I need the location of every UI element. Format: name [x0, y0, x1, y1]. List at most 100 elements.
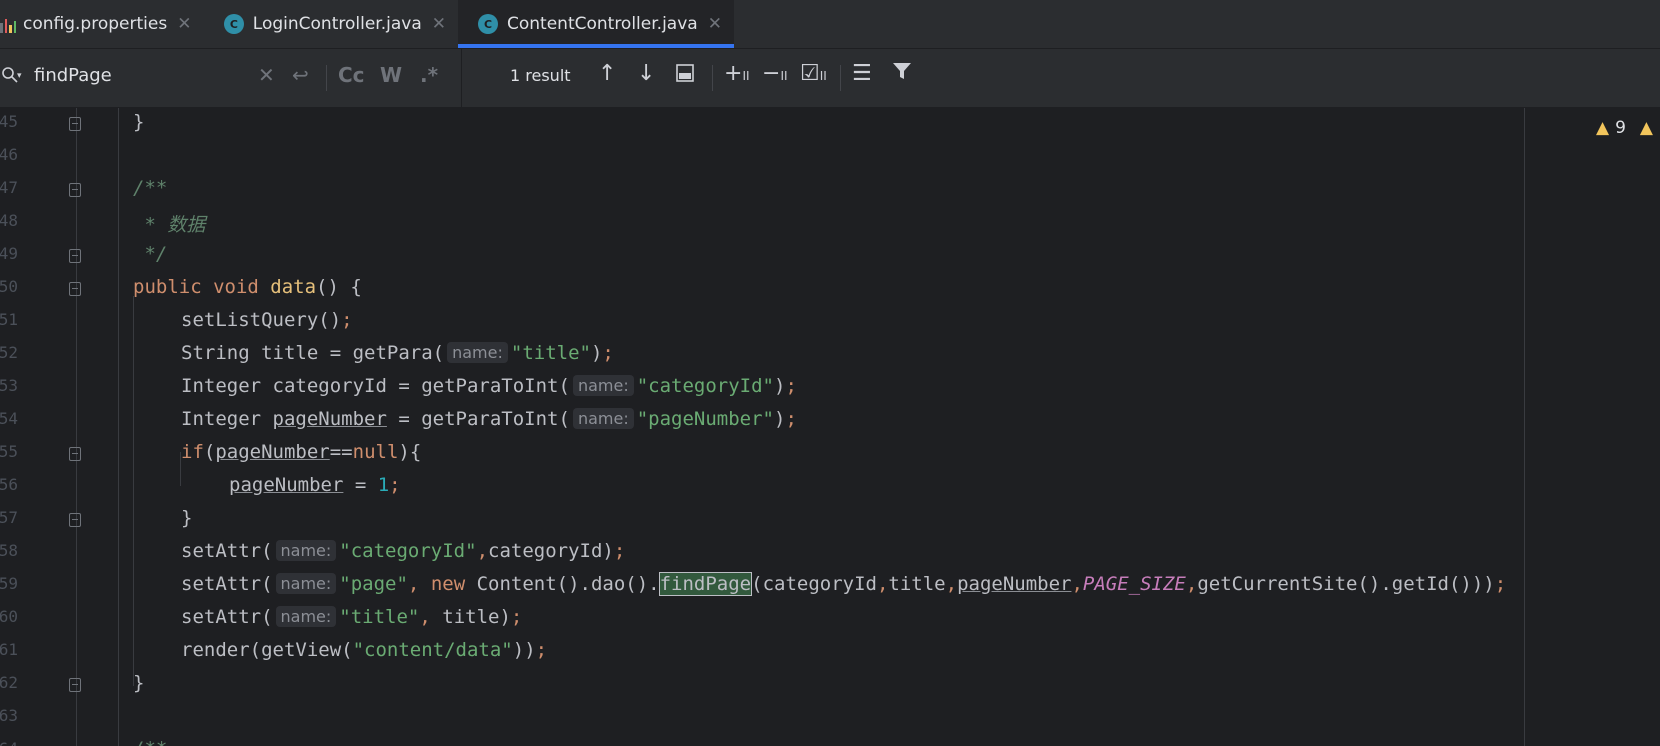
line-number: 63: [0, 706, 18, 725]
line-number: 47: [0, 178, 18, 197]
line-number: 48: [0, 211, 18, 230]
select-all-occurrences-icon[interactable]: ☑II: [800, 61, 827, 86]
parameter-hint: name:: [275, 540, 337, 561]
code-line[interactable]: 60 setAttr(name: "title", title);: [0, 603, 1660, 636]
fold-icon[interactable]: [69, 447, 81, 461]
fold-icon[interactable]: [69, 249, 81, 263]
tab-config-properties[interactable]: config.properties ✕: [0, 0, 210, 48]
line-number: 46: [0, 145, 18, 164]
words-toggle[interactable]: W: [380, 63, 402, 87]
add-occurrence-icon[interactable]: +II: [724, 61, 750, 86]
code-text: /**: [133, 177, 168, 199]
code-line[interactable]: 56 pageNumber = 1;: [0, 471, 1660, 504]
line-number: 51: [0, 310, 18, 329]
search-input[interactable]: findPage: [34, 65, 112, 86]
remove-occurrence-icon[interactable]: −II: [762, 61, 788, 86]
line-number: 53: [0, 376, 18, 395]
open-in-window-icon[interactable]: [676, 63, 694, 88]
code-line[interactable]: 59 setAttr(name: "page", new Content().da…: [0, 570, 1660, 603]
code-text: pageNumber = 1;: [229, 474, 401, 496]
close-icon[interactable]: ✕: [708, 14, 722, 34]
parameter-hint: name:: [572, 408, 634, 429]
line-number: 49: [0, 244, 18, 263]
chevron-down-icon[interactable]: ▾: [17, 71, 22, 81]
code-line[interactable]: 47 /**: [0, 174, 1660, 207]
tab-label: ContentController.java: [507, 14, 698, 34]
previous-occurrence-icon[interactable]: ↑: [598, 61, 616, 86]
code-line[interactable]: 57 }: [0, 504, 1660, 537]
search-icon[interactable]: [2, 67, 18, 83]
code-line[interactable]: 62 }: [0, 669, 1660, 702]
fold-icon[interactable]: [69, 117, 81, 131]
editor-tab-bar: config.properties ✕ C LoginController.ja…: [0, 0, 1660, 49]
code-line[interactable]: 61 render(getView("content/data"));: [0, 636, 1660, 669]
code-line[interactable]: 50 public void data() {: [0, 273, 1660, 306]
result-count: 1 result: [510, 66, 571, 85]
find-input-area: ▾ findPage ✕ ↩ Cc W .*: [0, 49, 462, 107]
line-number: 50: [0, 277, 18, 296]
code-line[interactable]: 64 /**: [0, 735, 1660, 746]
code-line[interactable]: 58 setAttr(name: "categoryId",categoryId)…: [0, 537, 1660, 570]
line-number: 52: [0, 343, 18, 362]
code-text: if(pageNumber==null){: [181, 441, 422, 463]
properties-file-icon: [0, 15, 16, 33]
code-text: setAttr(name: "page", new Content().dao()…: [181, 572, 1507, 596]
code-text: * 数据: [133, 214, 206, 236]
next-occurrence-icon[interactable]: ↓: [637, 61, 655, 86]
code-text: }: [133, 672, 145, 694]
line-number: 62: [0, 673, 18, 692]
code-text: Integer categoryId = getParaToInt(name: "…: [181, 375, 797, 397]
fold-icon[interactable]: [69, 183, 81, 197]
tab-content-controller[interactable]: C ContentController.java ✕: [458, 0, 734, 48]
filter-icon[interactable]: [892, 61, 912, 87]
parameter-hint: name:: [447, 342, 508, 363]
code-text: setAttr(name: "title", title);: [181, 606, 523, 628]
code-text: render(getView("content/data"));: [181, 639, 548, 661]
parameter-hint: name:: [572, 375, 634, 396]
code-text: String title = getPara(name: "title");: [181, 342, 614, 364]
code-line[interactable]: 52 String title = getPara(name: "title");: [0, 339, 1660, 372]
code-text: */: [133, 243, 168, 265]
close-icon[interactable]: ✕: [177, 14, 191, 34]
line-number: 58: [0, 541, 18, 560]
code-text: public void data() {: [133, 276, 362, 298]
regex-toggle[interactable]: .*: [420, 63, 438, 87]
fold-icon[interactable]: [69, 282, 81, 296]
parameter-hint: name:: [275, 606, 337, 627]
code-text: setAttr(name: "categoryId",categoryId);: [181, 540, 626, 562]
clear-icon[interactable]: ✕: [258, 63, 275, 87]
line-number: 61: [0, 640, 18, 659]
line-number: 60: [0, 607, 18, 626]
code-text: /**: [133, 738, 167, 746]
find-bar: ▾ findPage ✕ ↩ Cc W .* 1 result ↑ ↓ +II …: [0, 49, 1660, 108]
code-line[interactable]: 55 if(pageNumber==null){: [0, 438, 1660, 471]
fold-icon[interactable]: [69, 678, 81, 692]
tab-label: LoginController.java: [252, 14, 422, 34]
search-match: findPage: [658, 572, 753, 596]
code-line[interactable]: 49 */: [0, 240, 1660, 273]
code-editor[interactable]: ▲ 9 ▲ 45 } 46 47 /** 48 * 数据 49 */ 50 pu…: [0, 108, 1660, 746]
code-line[interactable]: 46: [0, 141, 1660, 174]
line-number: 54: [0, 409, 18, 428]
new-line-icon[interactable]: ↩: [292, 63, 309, 87]
parameter-hint: name:: [275, 573, 337, 594]
code-text: }: [181, 507, 193, 529]
line-number: 59: [0, 574, 18, 593]
code-line[interactable]: 54 Integer pageNumber = getParaToInt(nam…: [0, 405, 1660, 438]
code-line[interactable]: 45 }: [0, 108, 1660, 141]
line-number: 45: [0, 112, 18, 131]
filter-search-results-icon[interactable]: ☰: [852, 61, 872, 86]
line-number: 64: [0, 739, 18, 746]
line-number: 57: [0, 508, 18, 527]
code-line[interactable]: 51 setListQuery();: [0, 306, 1660, 339]
line-number: 55: [0, 442, 18, 461]
line-number: 56: [0, 475, 18, 494]
fold-icon[interactable]: [69, 513, 81, 527]
code-line[interactable]: 63: [0, 702, 1660, 735]
close-icon[interactable]: ✕: [432, 14, 446, 34]
tab-login-controller[interactable]: C LoginController.java ✕: [224, 0, 446, 48]
code-line[interactable]: 53 Integer categoryId = getParaToInt(nam…: [0, 372, 1660, 405]
code-line[interactable]: 48 * 数据: [0, 207, 1660, 240]
code-text: setListQuery();: [181, 309, 353, 331]
match-case-toggle[interactable]: Cc: [338, 63, 365, 87]
